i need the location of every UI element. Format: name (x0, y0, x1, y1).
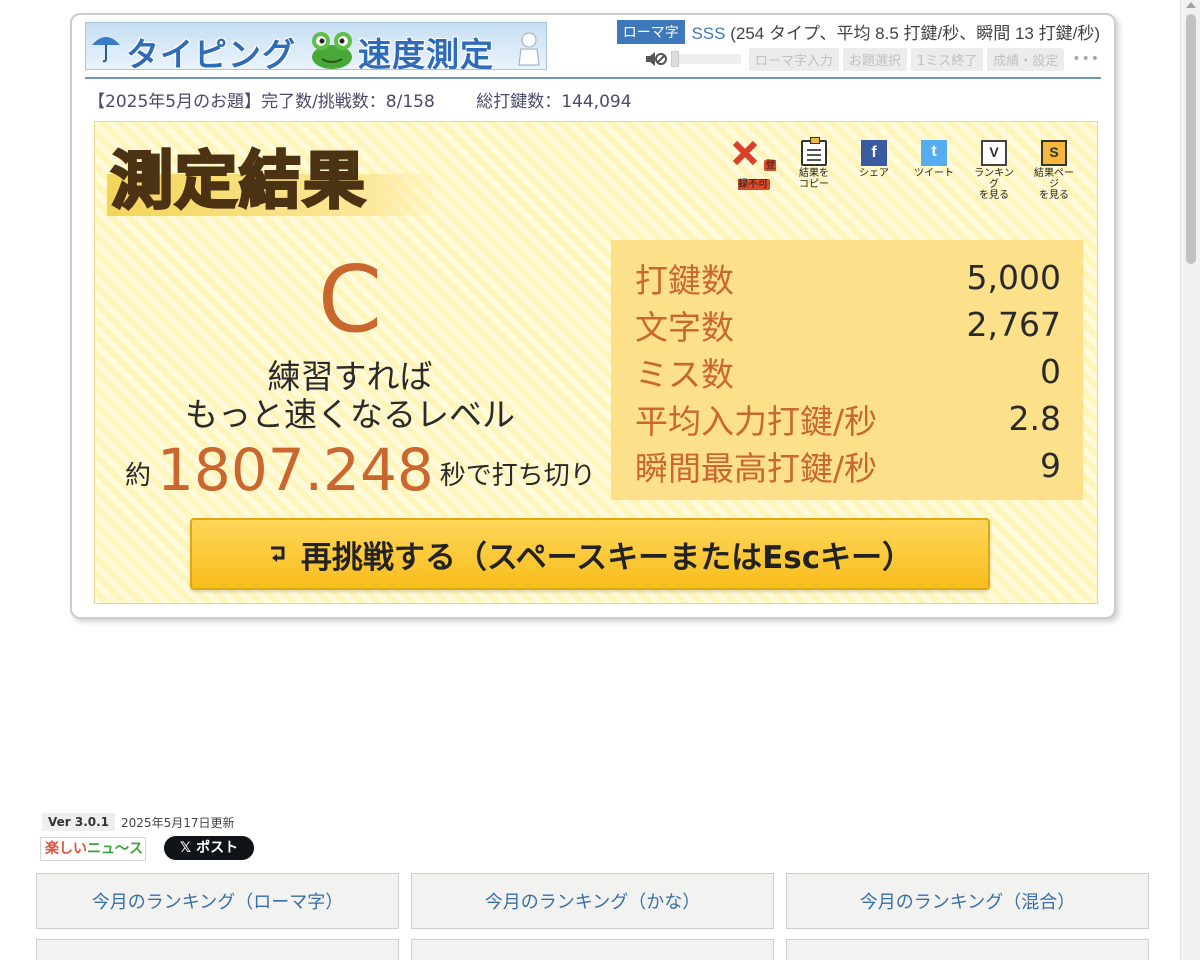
rank-grade-link[interactable]: SSS (691, 24, 725, 43)
grade-letter: C (317, 246, 383, 353)
ranking-romaji-button[interactable]: 今月のランキング（ローマ字） (36, 873, 399, 929)
fun-news-logo-link[interactable]: 楽しいニュ〜ス (40, 837, 146, 861)
records-settings-button[interactable]: 成績・設定 (987, 47, 1065, 71)
metric-value: 0 (1040, 352, 1061, 391)
registration-disabled: 登録不可 (731, 140, 777, 201)
facebook-icon: f (861, 140, 887, 166)
grade-comment-line1: 練習すれば (267, 357, 433, 396)
cross-icon (733, 140, 758, 166)
version-badge: Ver 3.0.1 (42, 813, 116, 831)
estimate-suffix: 秒で打ち切り (439, 461, 596, 491)
tweet-button[interactable]: t ツイート (911, 140, 957, 201)
player-rank-line: ローマ字 SSS (254 タイプ、平均 8.5 打鍵/秒、瞬間 13 打鍵/秒… (616, 19, 1100, 44)
scrollbar-thumb[interactable] (1186, 14, 1196, 264)
updated-date: 2025年5月17日更新 (121, 815, 235, 830)
view-ranking-button[interactable]: V ランキング を見る (971, 140, 1017, 201)
stats-line: 【2025年5月のお題】完了数/挑戦数：8/158 総打鍵数：144,094 (88, 87, 632, 112)
x-post-button[interactable]: 𝕏 ポスト (164, 836, 254, 860)
estimate-seconds: 1807.248 (157, 436, 434, 504)
version-info: Ver 3.0.1 2025年5月17日更新 (42, 813, 234, 831)
metric-value: 2,767 (966, 305, 1061, 344)
metric-value: 5,000 (966, 258, 1061, 297)
toolbar: ローマ字入力 お題選択 1ミス終了 成績・設定 ••• (645, 47, 1100, 71)
twitter-icon: t (921, 140, 947, 166)
typing-app-panel: タイピング 速度測定 ローマ字 SSS (254 タイプ、平均 8.5 打鍵/秒… (70, 13, 1116, 619)
view-ranking-label: ランキング を見る (974, 168, 1014, 201)
one-miss-end-button[interactable]: 1ミス終了 (910, 47, 984, 71)
volume-slider[interactable] (670, 51, 741, 67)
metric-row: 平均入力打鍵/秒 2.8 (635, 395, 1061, 442)
clipboard-icon (801, 137, 827, 166)
metric-row: 打鍵数 5,000 (635, 254, 1061, 301)
facebook-share-button[interactable]: f シェア (851, 140, 897, 201)
topic-select-button[interactable]: お題選択 (842, 47, 907, 71)
metric-label: 文字数 (635, 307, 734, 347)
link-button[interactable] (411, 939, 774, 960)
metrics-panel: 打鍵数 5,000 文字数 2,767 ミス数 0 平均入力打鍵/秒 2.8 瞬… (611, 240, 1083, 500)
ghost-icon (518, 32, 540, 66)
result-actions: 登録不可 結果を コピー f シェア t ツイート V ランキング を見る S … (731, 137, 1077, 201)
ranking-kana-button[interactable]: 今月のランキング（かな） (411, 873, 774, 929)
metric-label: 瞬間最高打鍵/秒 (635, 448, 878, 488)
metric-label: 打鍵数 (635, 260, 734, 300)
retry-icon (270, 546, 285, 562)
tweet-label: ツイート (914, 168, 954, 179)
link-button[interactable] (36, 939, 399, 960)
mute-speaker-icon[interactable] (645, 50, 667, 68)
metric-value: 9 (1040, 446, 1061, 485)
grade-comment: 練習すれば もっと速くなるレベル (155, 358, 545, 434)
ranking-links: 今月のランキング（ローマ字） 今月のランキング（かな） 今月のランキング（混合） (36, 873, 1150, 929)
news-logo-text-b: ニュ〜ス (87, 841, 143, 857)
topic-progress: 【2025年5月のお題】完了数/挑戦数：8/158 (88, 92, 435, 112)
news-logo-text-a: 楽しい (45, 841, 87, 857)
copy-result-label: 結果を コピー (799, 168, 829, 190)
facebook-share-label: シェア (859, 168, 889, 179)
copy-result-button[interactable]: 結果を コピー (791, 137, 837, 201)
logo-text-speed: 速度測定 (358, 35, 494, 70)
metric-row: 瞬間最高打鍵/秒 9 (635, 442, 1061, 489)
romaji-input-button[interactable]: ローマ字入力 (748, 47, 839, 71)
mode-badge: ローマ字 (616, 20, 685, 44)
result-box: 測定結果 登録不可 結果を コピー f シェア t ツイート V ランキング を… (94, 121, 1098, 604)
vertical-scrollbar[interactable] (1180, 0, 1200, 960)
volume-slider-knob[interactable] (670, 51, 679, 67)
metric-row: 文字数 2,767 (635, 301, 1061, 348)
retry-button[interactable]: 再挑戦する（スペースキーまたはEscキー） (190, 518, 990, 590)
scroll-up-arrow-icon[interactable] (1186, 2, 1196, 8)
ranking-mixed-button[interactable]: 今月のランキング（混合） (786, 873, 1149, 929)
umbrella-icon (92, 37, 120, 63)
header-divider (85, 77, 1101, 79)
metric-label: 平均入力打鍵/秒 (635, 401, 878, 441)
logo-text-typing: タイピング (126, 35, 296, 70)
v-icon: V (981, 140, 1007, 166)
view-result-page-button[interactable]: S 結果ページ を見る (1031, 140, 1077, 201)
metric-value: 2.8 (1008, 399, 1061, 438)
metric-row: ミス数 0 (635, 348, 1061, 395)
estimate-prefix: 約 (125, 461, 152, 491)
metric-label: ミス数 (635, 354, 734, 394)
retry-button-label: 再挑戦する（スペースキーまたはEscキー） (300, 539, 914, 576)
frog-icon (312, 32, 352, 69)
grade-comment-line2: もっと速くなるレベル (185, 395, 515, 434)
total-keystrokes: 総打鍵数：144,094 (476, 92, 632, 112)
s-icon: S (1041, 140, 1067, 166)
finish-estimate: 約 1807.248 秒で打ち切り (125, 436, 596, 504)
view-result-page-label: 結果ページ を見る (1034, 168, 1074, 201)
ranking-links-row2 (36, 939, 1150, 960)
site-logo[interactable]: タイピング 速度測定 (85, 22, 547, 70)
link-button[interactable] (786, 939, 1149, 960)
result-title: 測定結果 (109, 143, 368, 219)
more-menu-icon[interactable]: ••• (1072, 51, 1100, 67)
rank-detail: (254 タイプ、平均 8.5 打鍵/秒、瞬間 13 打鍵/秒) (730, 24, 1100, 43)
